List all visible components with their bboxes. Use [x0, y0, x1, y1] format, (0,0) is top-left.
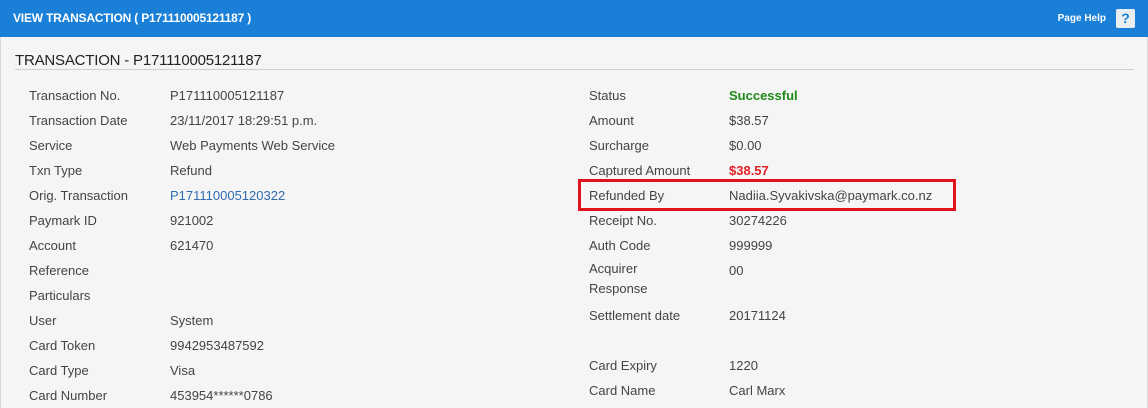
user-value: System: [170, 313, 214, 328]
transaction-date-value: 23/11/2017 18:29:51 p.m.: [170, 113, 318, 128]
orig-transaction-label: Orig. Transaction: [29, 188, 128, 203]
paymark-id-label: Paymark ID: [29, 213, 97, 228]
service-value: Web Payments Web Service: [170, 138, 335, 153]
acquirer-response-value: 00: [729, 263, 744, 278]
card-expiry-label: Card Expiry: [589, 358, 657, 373]
card-type-value: Visa: [170, 363, 196, 378]
card-token-value: 9942953487592: [170, 338, 264, 353]
status-value: Successful: [729, 88, 798, 103]
txn-type-label: Txn Type: [29, 163, 83, 178]
transaction-no-label: Transaction No.: [29, 88, 121, 103]
captured-amount-value: $38.57: [729, 163, 769, 178]
amount-label: Amount: [589, 113, 634, 128]
account-label: Account: [29, 238, 76, 253]
transaction-date-label: Transaction Date: [29, 113, 128, 128]
card-expiry-value: 1220: [729, 358, 758, 373]
card-type-label: Card Type: [29, 363, 89, 378]
receipt-no-label: Receipt No.: [589, 213, 657, 228]
amount-value: $38.57: [729, 113, 769, 128]
transaction-no-value: P171110005121187: [170, 88, 285, 103]
settlement-date-value: 20171124: [729, 308, 786, 323]
user-label: User: [29, 313, 57, 328]
receipt-no-value: 30274226: [729, 213, 787, 228]
particulars-label: Particulars: [29, 288, 91, 303]
card-name-label: Card Name: [589, 383, 656, 398]
acquirer-response-label: Acquirer Response: [589, 261, 648, 296]
card-number-value: 453954******0786: [170, 388, 273, 403]
surcharge-label: Surcharge: [589, 138, 649, 153]
section-title: TRANSACTION - P171110005121187: [15, 52, 262, 69]
paymark-id-value: 921002: [170, 213, 214, 228]
auth-code-value: 999999: [729, 238, 773, 253]
page-header-title: VIEW TRANSACTION ( P171110005121187 ): [13, 11, 252, 25]
transaction-panel: TRANSACTION - P171110005121187 Transacti…: [0, 37, 1148, 408]
settlement-date-label: Settlement date: [589, 308, 681, 323]
txn-type-value: Refund: [170, 163, 212, 178]
auth-code-label: Auth Code: [589, 238, 651, 253]
status-label: Status: [589, 88, 626, 103]
card-name-value: Carl Marx: [729, 383, 786, 398]
card-number-label: Card Number: [29, 388, 108, 403]
account-value: 621470: [170, 238, 214, 253]
page-header-bar: VIEW TRANSACTION ( P171110005121187 ) Pa…: [0, 0, 1148, 37]
card-token-label: Card Token: [29, 338, 96, 353]
reference-label: Reference: [29, 263, 89, 278]
orig-transaction-link[interactable]: P171110005120322: [170, 187, 285, 204]
help-icon[interactable]: ?: [1116, 9, 1135, 28]
refunded-by-highlight: [578, 179, 956, 211]
surcharge-value: $0.00: [729, 138, 762, 153]
section-divider: [15, 69, 1134, 70]
service-label: Service: [29, 138, 73, 153]
page-help-link[interactable]: Page Help: [1058, 13, 1106, 24]
captured-amount-label: Captured Amount: [589, 163, 691, 178]
